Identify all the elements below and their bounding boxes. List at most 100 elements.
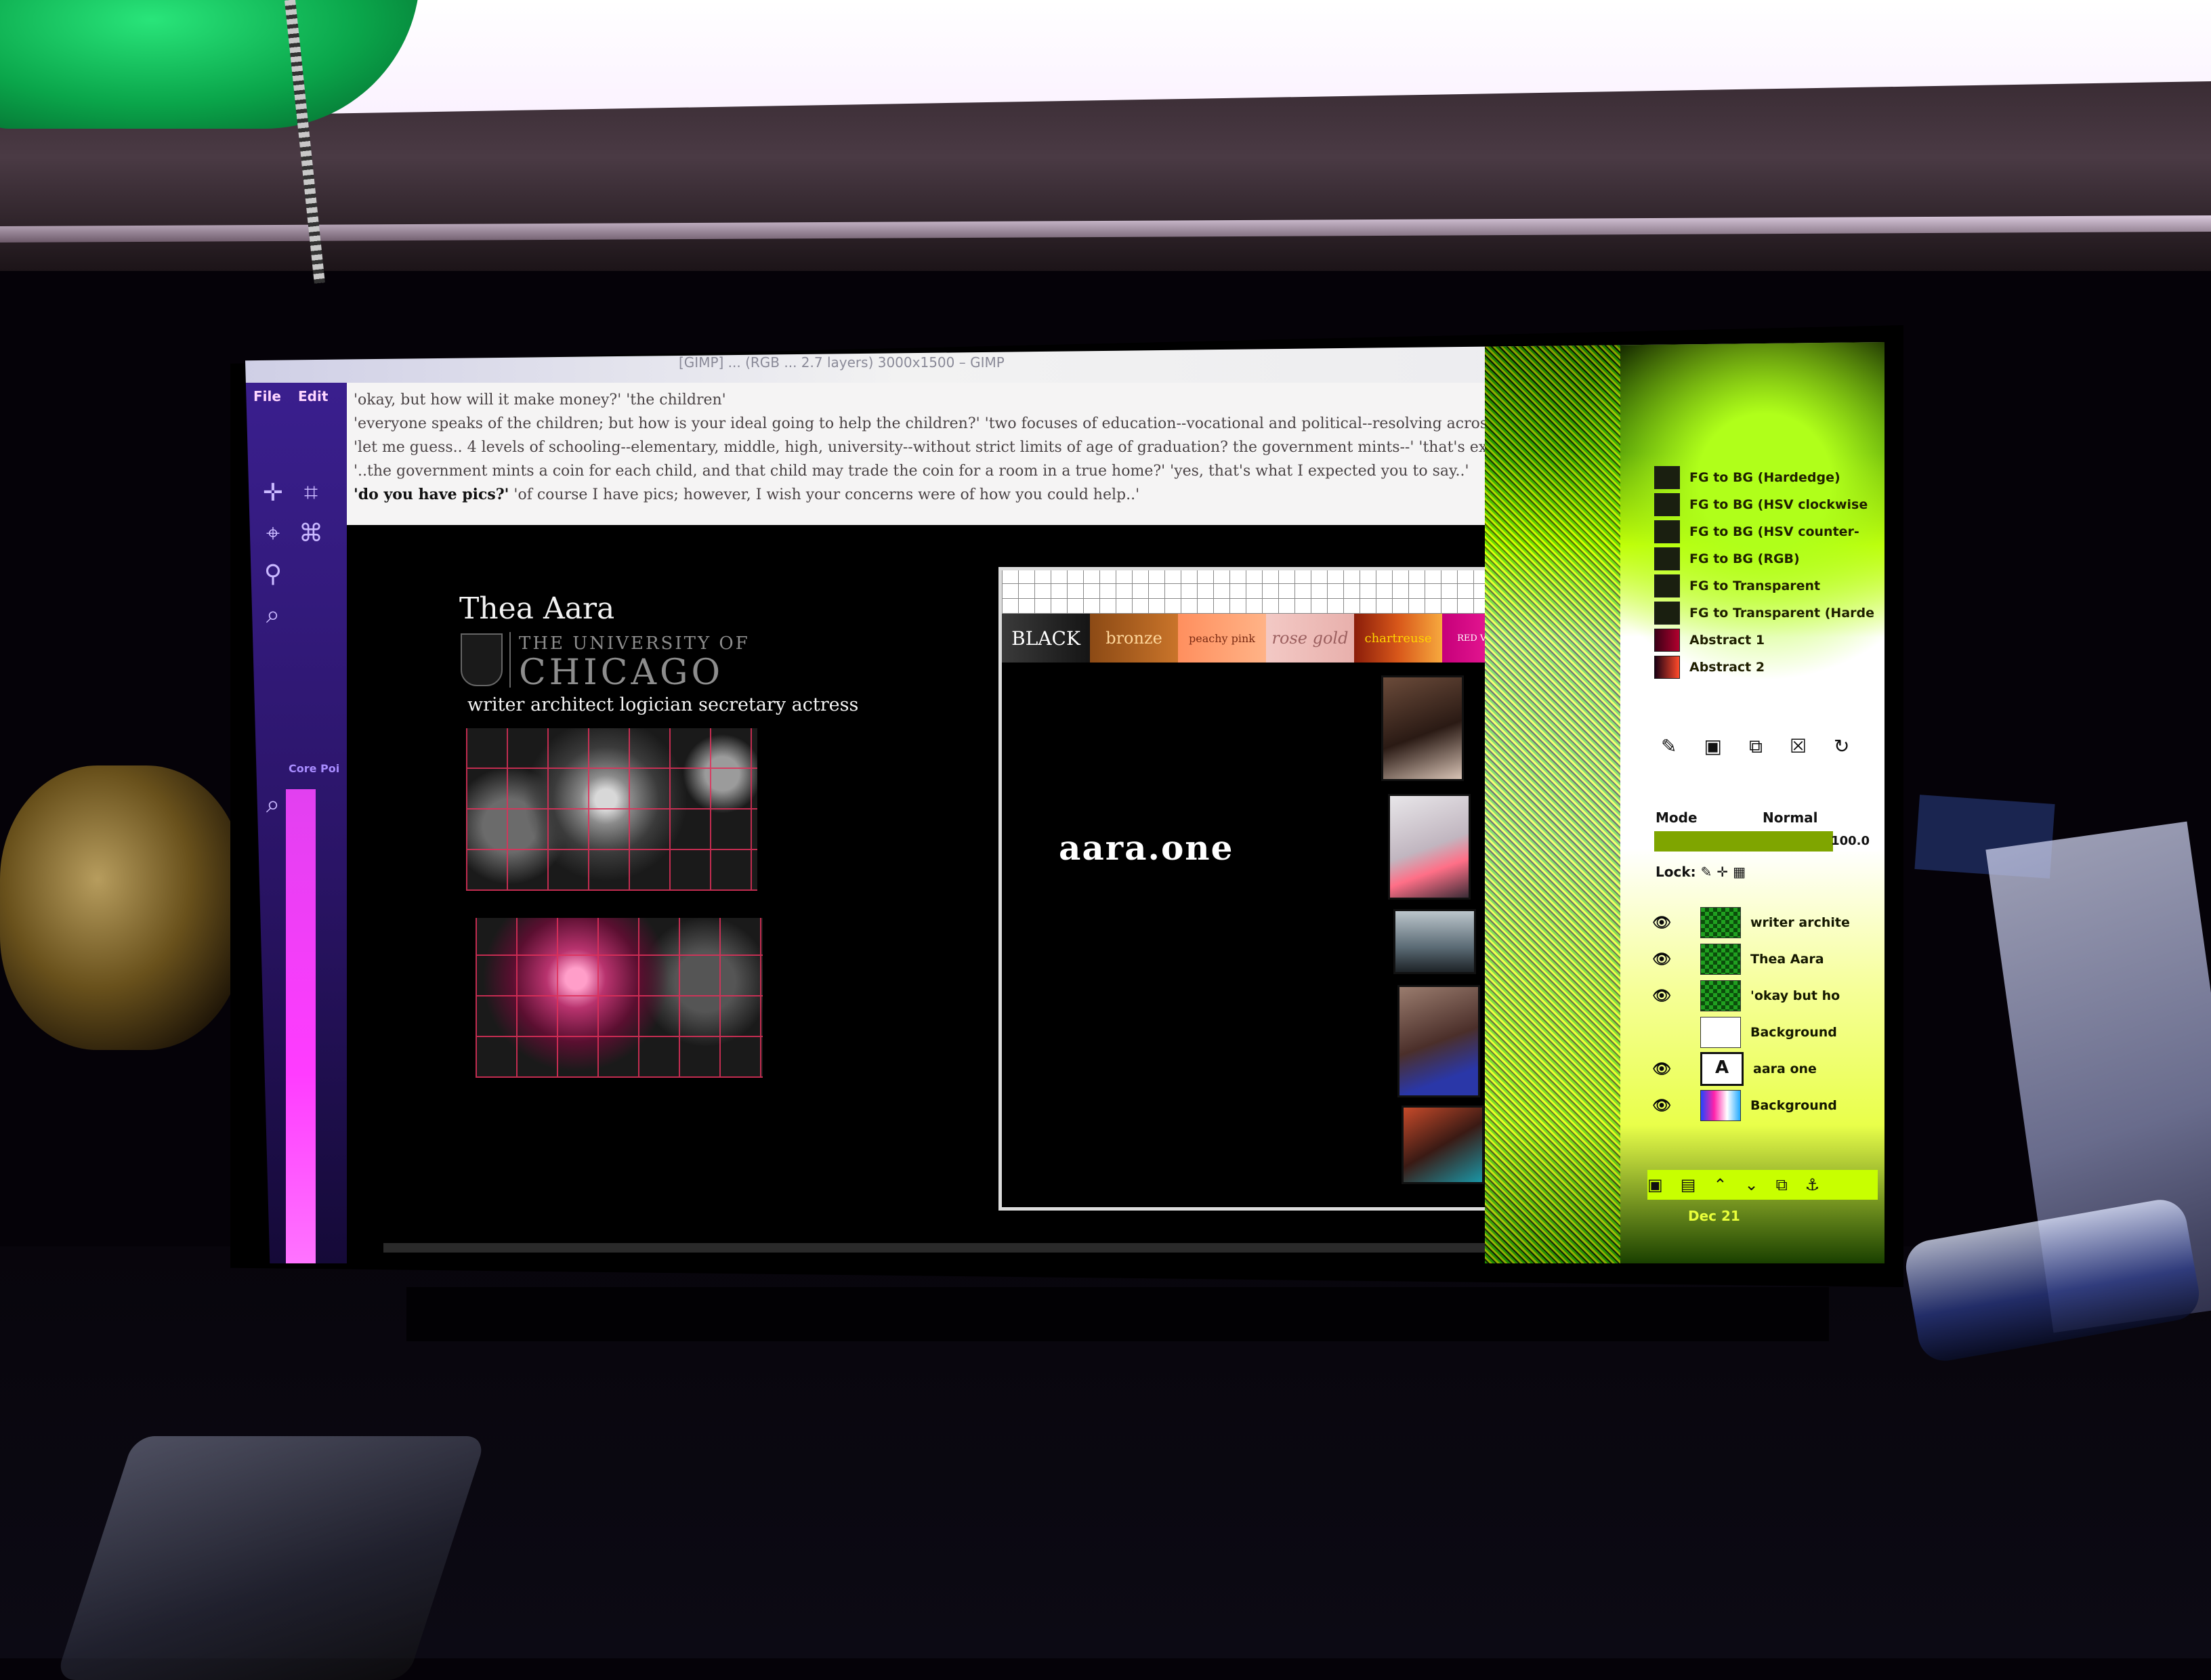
- dock-noise: [1485, 342, 1620, 1263]
- dialogue-line: 'do you have pics?' 'of course I have pi…: [354, 483, 1498, 507]
- layer-row[interactable]: 👁 'okay but ho: [1650, 978, 1880, 1014]
- delete-icon[interactable]: ☒: [1790, 735, 1834, 757]
- layer-row[interactable]: 👁 Thea Aara: [1650, 941, 1880, 978]
- lasso-icon[interactable]: ⌖: [257, 518, 289, 549]
- gradient-label: Abstract 2: [1689, 660, 1765, 675]
- layers-list: 👁 writer archite 👁 Thea Aara 👁 'okay but…: [1650, 904, 1880, 1124]
- raise-icon[interactable]: ⌃: [1713, 1175, 1744, 1194]
- gradient-item[interactable]: FG to Transparent (Harde: [1654, 600, 1878, 627]
- photo-thumbnail[interactable]: [1381, 675, 1464, 781]
- new-group-icon[interactable]: ▤: [1681, 1175, 1714, 1194]
- layer-name: aara one: [1753, 1062, 1817, 1076]
- layer-thumbnail: [1700, 907, 1741, 938]
- photo-thumbnail[interactable]: [1402, 1106, 1484, 1184]
- layer-thumbnail: [1700, 1090, 1741, 1121]
- new-icon[interactable]: ▣: [1704, 735, 1748, 757]
- profile-name: Thea Aara: [459, 591, 615, 626]
- gradient-item[interactable]: FG to Transparent: [1654, 572, 1878, 600]
- photo-thumbnail[interactable]: [1388, 794, 1471, 900]
- lock-alpha-icon[interactable]: ▦: [1733, 864, 1746, 880]
- gradient-label: FG to BG (Hardedge): [1689, 470, 1840, 485]
- university-big: CHICAGO: [519, 652, 724, 693]
- layer-name: writer archite: [1750, 915, 1850, 930]
- photo-thumbnail[interactable]: [1397, 985, 1480, 1097]
- taskbar-date: Dec 21: [1688, 1208, 1740, 1224]
- lock-pixels-icon[interactable]: ✎: [1701, 864, 1712, 880]
- gradient-item[interactable]: FG to BG (Hardedge): [1654, 464, 1878, 491]
- menu-edit[interactable]: Edit: [298, 388, 328, 404]
- color-swatch-row: BLACK bronze peachy pink rose gold chart…: [1002, 614, 1530, 663]
- gradient-swatch: [1654, 520, 1680, 543]
- gimp-dock: FG to BG (Hardedge) FG to BG (HSV clockw…: [1485, 342, 1884, 1263]
- gradient-swatch: [1654, 656, 1680, 679]
- site-mockup: BLACK bronze peachy pink rose gold chart…: [998, 567, 1534, 1211]
- zoom-icon[interactable]: ⌕: [257, 789, 289, 820]
- menu-file[interactable]: File: [253, 388, 281, 404]
- gradient-label: FG to BG (RGB): [1689, 551, 1800, 566]
- gradient-swatch: [1654, 574, 1680, 597]
- swatch-peachy-pink[interactable]: peachy pink: [1178, 614, 1266, 663]
- crest-divider: [509, 632, 511, 688]
- warp-icon[interactable]: ⌘: [295, 518, 327, 549]
- swatch-chartreuse[interactable]: chartreuse: [1354, 614, 1442, 663]
- anchor-icon[interactable]: ⚓: [1805, 1175, 1838, 1194]
- new-layer-icon[interactable]: ▣: [1647, 1175, 1681, 1194]
- gradient-label: FG to BG (HSV clockwise: [1689, 497, 1868, 512]
- canvas-page: Thea Aara THE UNIVERSITY OF CHICAGO writ…: [383, 525, 1534, 1243]
- path-icon[interactable]: ⚲: [257, 559, 289, 590]
- lock-position-icon[interactable]: ✛: [1717, 864, 1728, 880]
- mockup-grid-header: [1002, 570, 1530, 614]
- edit-icon[interactable]: ✎: [1661, 735, 1704, 757]
- swatch-black[interactable]: BLACK: [1002, 614, 1090, 663]
- layer-name: Background: [1750, 1025, 1837, 1040]
- gradient-swatch: [1654, 602, 1680, 625]
- lower-icon[interactable]: ⌄: [1744, 1175, 1775, 1194]
- dialogue-line: 'let me guess.. 4 levels of schooling--e…: [354, 439, 1498, 456]
- gradient-item[interactable]: FG to BG (HSV counter-: [1654, 518, 1878, 545]
- layer-name: Thea Aara: [1750, 952, 1824, 967]
- university-crest-icon: [461, 633, 503, 686]
- layer-row[interactable]: 👁 A aara one: [1650, 1051, 1880, 1087]
- brass-lamp-base: [0, 765, 244, 1050]
- layer-row[interactable]: Background: [1650, 1014, 1880, 1051]
- gradient-label: FG to Transparent: [1689, 579, 1821, 593]
- gradient-item[interactable]: Abstract 1: [1654, 627, 1878, 654]
- refresh-icon[interactable]: ↻: [1834, 735, 1876, 757]
- gradient-label: FG to BG (HSV counter-: [1689, 524, 1859, 539]
- gradient-item[interactable]: Abstract 2: [1654, 654, 1878, 681]
- eye-icon[interactable]: 👁: [1650, 988, 1673, 1005]
- gradient-item[interactable]: FG to BG (HSV clockwise: [1654, 491, 1878, 518]
- guide-grid: [476, 918, 763, 1078]
- site-logo: aara.one: [1059, 828, 1234, 868]
- canvas-scrollbar[interactable]: [383, 1243, 1501, 1253]
- crop-icon[interactable]: ⌗: [295, 478, 327, 509]
- pink-rose-image: [476, 918, 763, 1078]
- move-icon[interactable]: ✛: [257, 478, 289, 509]
- eye-icon[interactable]: 👁: [1650, 951, 1673, 968]
- duplicate-icon[interactable]: ⧉: [1749, 735, 1790, 757]
- mode-select[interactable]: Normal: [1763, 810, 1818, 826]
- layer-row[interactable]: 👁 writer archite: [1650, 904, 1880, 941]
- gradient-swatch: [1654, 629, 1680, 652]
- swatch-bronze[interactable]: bronze: [1090, 614, 1178, 663]
- guide-grid: [466, 728, 757, 891]
- opacity-slider[interactable]: 100.0: [1654, 831, 1878, 852]
- photo-thumbnail[interactable]: [1393, 909, 1476, 974]
- tool-options-label: Core Poi: [289, 762, 340, 775]
- duplicate-layer-icon[interactable]: ⧉: [1776, 1175, 1805, 1194]
- gradient-item[interactable]: FG to BG (RGB): [1654, 545, 1878, 572]
- image-canvas[interactable]: 'okay, but how will it make money?' 'the…: [347, 383, 1620, 1263]
- layer-row[interactable]: 👁 Background: [1650, 1087, 1880, 1124]
- swatch-rose-gold[interactable]: rose gold: [1266, 614, 1354, 663]
- dialogue-line: 'okay, but how will it make money?' 'the…: [354, 392, 726, 408]
- dialogue-rest: 'of course I have pics; however, I wish …: [509, 486, 1140, 503]
- dialogue-bold: 'do you have pics?': [354, 486, 509, 503]
- eye-icon[interactable]: 👁: [1650, 915, 1673, 931]
- text-layer-icon: A: [1700, 1052, 1744, 1086]
- magnify-icon[interactable]: ⌕: [257, 600, 289, 631]
- eye-icon[interactable]: 👁: [1650, 1061, 1673, 1078]
- eye-icon[interactable]: 👁: [1650, 1097, 1673, 1114]
- profile-tagline: writer architect logician secretary actr…: [467, 694, 859, 715]
- layers-toolbar: ▣▤⌃⌄⧉⚓: [1647, 1170, 1878, 1200]
- layer-name: Background: [1750, 1098, 1837, 1113]
